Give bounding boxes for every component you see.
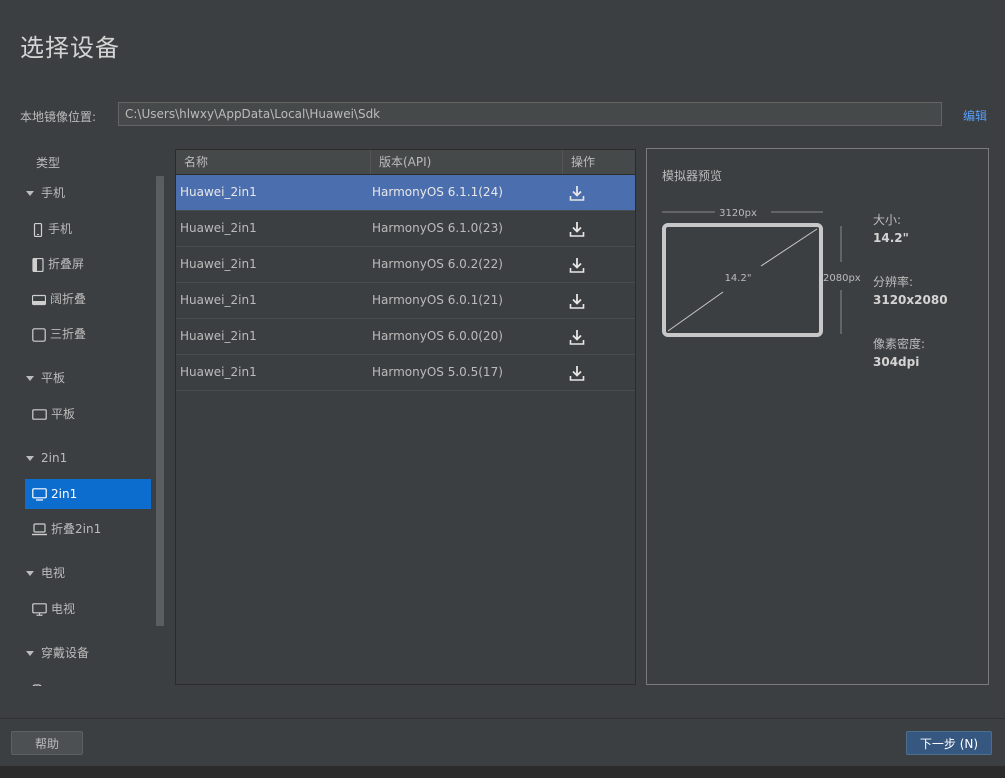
table-row[interactable]: Huawei_2in1 HarmonyOS 6.0.2(22) [176,247,635,283]
device-type-sidebar: 手机 手机 折叠屏 阔折叠 三折叠 平板 平板 2in1 2in1 折叠2in1… [0,176,166,686]
column-header-action: 操作 [571,155,596,169]
local-path-label: 本地镜像位置: [20,110,97,124]
row-version: HarmonyOS 6.1.1(24) [372,185,503,199]
spec-size-value: 14.2" [873,231,909,245]
footer-divider [0,718,1005,719]
sidebar-item-tablet[interactable]: 平板 [25,399,151,429]
row-version: HarmonyOS 6.0.2(22) [372,257,503,271]
window-bottom-edge [0,766,1005,778]
laptop-icon [32,523,47,536]
table-row[interactable]: Huawei_2in1 HarmonyOS 6.0.0(20) [176,319,635,355]
row-name: Huawei_2in1 [180,329,257,343]
sidebar-item-tv[interactable]: 电视 [25,594,151,624]
sidebar-category-phone[interactable]: 手机 [26,178,65,208]
row-name: Huawei_2in1 [180,365,257,379]
monitor-icon [32,488,47,501]
help-button[interactable]: 帮助 [11,731,83,755]
tri-fold-icon [32,327,46,342]
row-name: Huawei_2in1 [180,185,257,199]
phone-icon [33,222,43,237]
sidebar-category-tablet[interactable]: 平板 [26,363,65,393]
row-version: HarmonyOS 6.0.1(21) [372,293,503,307]
image-table: 名称 版本(API) 操作 Huawei_2in1 HarmonyOS 6.1.1… [175,149,636,685]
download-icon[interactable] [569,293,585,309]
table-row[interactable]: Huawei_2in1 HarmonyOS 6.1.1(24) [176,175,635,211]
sidebar-item-tri-fold[interactable]: 三折叠 [25,319,151,349]
sidebar-scrollbar[interactable] [156,176,164,626]
column-header-name[interactable]: 名称 [176,150,371,174]
row-name: Huawei_2in1 [180,293,257,307]
preview-width-label: 3120px [719,208,757,219]
preview-height-label: 2080px [823,273,861,284]
edit-path-link[interactable]: 编辑 [963,107,987,124]
chevron-down-icon [26,456,34,461]
row-version: HarmonyOS 6.1.0(23) [372,221,503,235]
watch-icon [32,683,42,686]
local-path-input[interactable] [118,102,942,126]
spec-resolution-value: 3120x2080 [873,293,948,307]
sidebar-item-fold-2in1[interactable]: 折叠2in1 [25,514,151,544]
table-row[interactable]: Huawei_2in1 HarmonyOS 6.0.1(21) [176,283,635,319]
row-name: Huawei_2in1 [180,221,257,235]
preview-title: 模拟器预览 [662,169,723,183]
sidebar-item-wearable-partial[interactable] [25,674,151,686]
spec-size-label: 大小: [873,213,902,227]
chevron-down-icon [26,191,34,196]
device-preview-diagram: 3120px 14.2" 2080px [662,208,861,337]
sidebar-header: 类型 [36,156,61,170]
sidebar-item-2in1[interactable]: 2in1 [25,479,151,509]
sidebar-category-2in1[interactable]: 2in1 [26,443,67,473]
download-icon[interactable] [569,221,585,237]
spec-density-label: 像素密度: [873,337,926,351]
row-name: Huawei_2in1 [180,257,257,271]
row-version: HarmonyOS 6.0.0(20) [372,329,503,343]
foldable-icon [32,257,44,272]
tablet-icon [32,409,47,420]
preview-diagonal-label: 14.2" [725,273,752,284]
dialog-title: 选择设备 [20,34,120,62]
sidebar-category-tv[interactable]: 电视 [26,558,65,588]
table-row[interactable]: Huawei_2in1 HarmonyOS 5.0.5(17) [176,355,635,391]
sidebar-item-wide-fold[interactable]: 阔折叠 [25,284,151,314]
table-row[interactable]: Huawei_2in1 HarmonyOS 6.1.0(23) [176,211,635,247]
table-header: 名称 版本(API) 操作 [176,150,635,175]
chevron-down-icon [26,651,34,656]
download-icon[interactable] [569,329,585,345]
download-icon[interactable] [569,365,585,381]
row-version: HarmonyOS 5.0.5(17) [372,365,503,379]
download-icon[interactable] [569,185,585,201]
wide-fold-icon [31,294,47,305]
sidebar-item-phone[interactable]: 手机 [25,214,151,244]
chevron-down-icon [26,376,34,381]
column-header-version[interactable]: 版本(API) [371,150,563,174]
tv-icon [32,603,47,616]
sidebar-category-wearable[interactable]: 穿戴设备 [26,638,89,668]
spec-resolution-label: 分辨率: [873,275,914,289]
sidebar-item-foldable[interactable]: 折叠屏 [25,249,151,279]
download-icon[interactable] [569,257,585,273]
next-button[interactable]: 下一步 (N) [906,731,992,755]
chevron-down-icon [26,571,34,576]
spec-density-value: 304dpi [873,355,920,369]
